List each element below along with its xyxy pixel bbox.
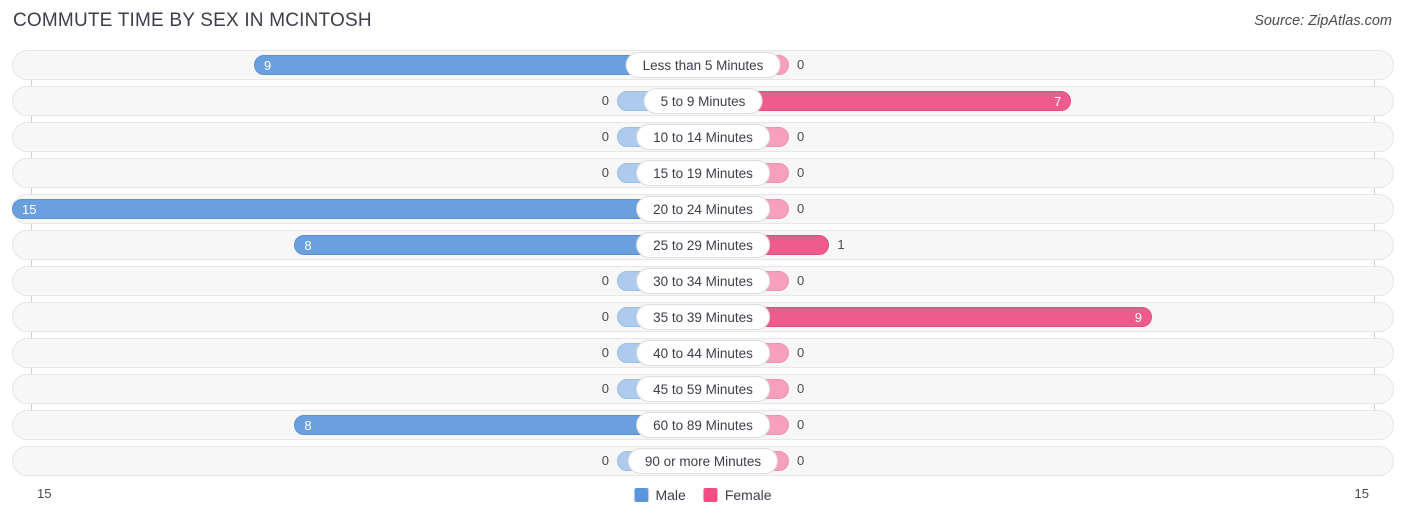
bar-value-female: 0: [797, 417, 805, 432]
bar-value-male: 0: [601, 453, 609, 468]
bar-value-female: 7: [1054, 94, 1062, 109]
category-label[interactable]: 90 or more Minutes: [627, 448, 779, 474]
source-attribution: Source: ZipAtlas.com: [1254, 13, 1392, 29]
bar-value-male: 15: [22, 202, 37, 217]
legend-item-female[interactable]: Female: [703, 487, 772, 503]
category-label[interactable]: 30 to 34 Minutes: [636, 268, 770, 294]
category-label[interactable]: 20 to 24 Minutes: [636, 196, 770, 222]
bar-value-female: 0: [797, 453, 805, 468]
page-title: COMMUTE TIME BY SEX IN MCINTOSH: [13, 10, 372, 31]
category-label[interactable]: 15 to 19 Minutes: [636, 160, 770, 186]
bar-row: 0 0 30 to 34 Minutes: [0, 266, 1406, 296]
category-label[interactable]: 35 to 39 Minutes: [636, 304, 770, 330]
legend-swatch-female-icon: [703, 488, 718, 502]
plot-area: 9 0 Less than 5 Minutes 0 7 5 to 9 Minutes 0 0 1…: [0, 50, 1406, 487]
category-label[interactable]: 5 to 9 Minutes: [643, 88, 763, 114]
chart-legend: Male Female: [634, 487, 772, 503]
bar-row: 0 0 45 to 59 Minutes: [0, 374, 1406, 404]
bar-value-female: 9: [1134, 310, 1142, 325]
bar-row-list: 9 0 Less than 5 Minutes 0 7 5 to 9 Minutes 0 0 1…: [0, 50, 1406, 482]
bar-value-male: 0: [601, 345, 609, 360]
bar-row: 15 0 20 to 24 Minutes: [0, 194, 1406, 224]
category-label[interactable]: 10 to 14 Minutes: [636, 124, 770, 150]
bar-value-male: 0: [601, 381, 609, 396]
bar-row: 0 0 40 to 44 Minutes: [0, 338, 1406, 368]
bar-male[interactable]: 15: [12, 199, 703, 219]
bar-female[interactable]: 9: [703, 307, 1152, 327]
chart-container: COMMUTE TIME BY SEX IN MCINTOSH Source: …: [0, 0, 1406, 523]
bar-value-female: 0: [797, 273, 805, 288]
bar-row: 0 0 10 to 14 Minutes: [0, 122, 1406, 152]
bar-value-female: 0: [797, 345, 805, 360]
category-label[interactable]: 45 to 59 Minutes: [636, 376, 770, 402]
bar-row: 8 0 60 to 89 Minutes: [0, 410, 1406, 440]
legend-swatch-male-icon: [634, 488, 649, 502]
bar-value-male: 0: [601, 273, 609, 288]
bar-row: 0 0 15 to 19 Minutes: [0, 158, 1406, 188]
category-label[interactable]: Less than 5 Minutes: [625, 52, 781, 78]
legend-label-male: Male: [655, 487, 686, 503]
bar-row: 0 7 5 to 9 Minutes: [0, 86, 1406, 116]
bar-value-female: 0: [797, 165, 805, 180]
bar-value-female: 0: [797, 57, 805, 72]
bar-value-female: 0: [797, 381, 805, 396]
legend-label-female: Female: [724, 487, 772, 503]
bar-value-female: 0: [797, 201, 805, 216]
legend-item-male[interactable]: Male: [634, 487, 686, 503]
bar-value-male: 0: [601, 129, 609, 144]
bar-value-male: 0: [601, 93, 609, 108]
bar-row: 0 0 90 or more Minutes: [0, 446, 1406, 476]
bar-value-male: 9: [264, 58, 272, 73]
bar-value-male: 8: [304, 418, 312, 433]
category-label[interactable]: 40 to 44 Minutes: [636, 340, 770, 366]
bar-value-male: 0: [601, 309, 609, 324]
bar-value-female: 0: [797, 129, 805, 144]
bar-value-male: 8: [304, 238, 312, 253]
axis-label-left: 15: [37, 486, 52, 501]
bar-row: 8 1 25 to 29 Minutes: [0, 230, 1406, 260]
bar-value-female: 1: [837, 237, 845, 252]
bar-value-male: 0: [601, 165, 609, 180]
category-label[interactable]: 25 to 29 Minutes: [636, 232, 770, 258]
bar-row: 0 9 35 to 39 Minutes: [0, 302, 1406, 332]
bar-row: 9 0 Less than 5 Minutes: [0, 50, 1406, 80]
axis-label-right: 15: [1354, 486, 1369, 501]
category-label[interactable]: 60 to 89 Minutes: [636, 412, 770, 438]
